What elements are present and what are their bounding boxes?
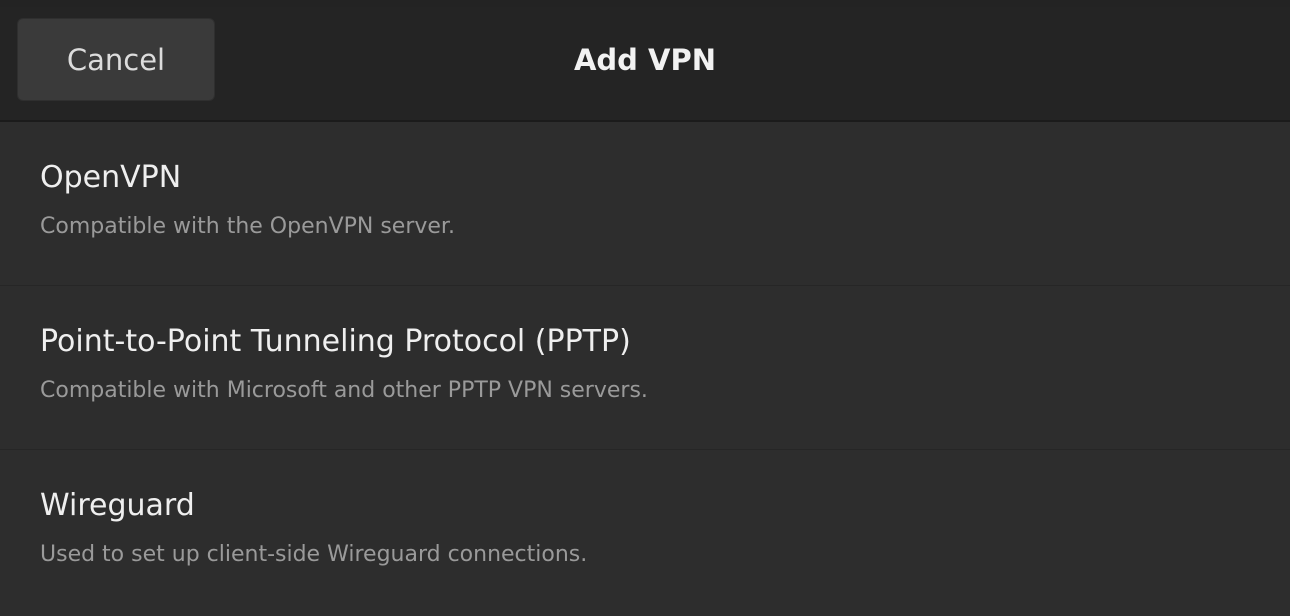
vpn-option-description: Compatible with the OpenVPN server. (40, 214, 455, 239)
vpn-option-title: OpenVPN (40, 160, 182, 195)
header-bar: Cancel Add VPN (0, 7, 1290, 122)
add-vpn-dialog: Cancel Add VPN OpenVPN Compatible with t… (0, 0, 1290, 616)
vpn-option-pptp[interactable]: Point-to-Point Tunneling Protocol (PPTP)… (0, 286, 1290, 450)
vpn-option-wireguard[interactable]: Wireguard Used to set up client-side Wir… (0, 450, 1290, 616)
cancel-button[interactable]: Cancel (17, 18, 215, 101)
vpn-option-title: Wireguard (40, 488, 195, 523)
vpn-option-description: Compatible with Microsoft and other PPTP… (40, 378, 648, 403)
vpn-option-description: Used to set up client-side Wireguard con… (40, 542, 588, 567)
vpn-type-list: OpenVPN Compatible with the OpenVPN serv… (0, 122, 1290, 616)
window-top-edge (0, 0, 1290, 7)
vpn-option-openvpn[interactable]: OpenVPN Compatible with the OpenVPN serv… (0, 122, 1290, 286)
vpn-option-title: Point-to-Point Tunneling Protocol (PPTP) (40, 324, 631, 359)
